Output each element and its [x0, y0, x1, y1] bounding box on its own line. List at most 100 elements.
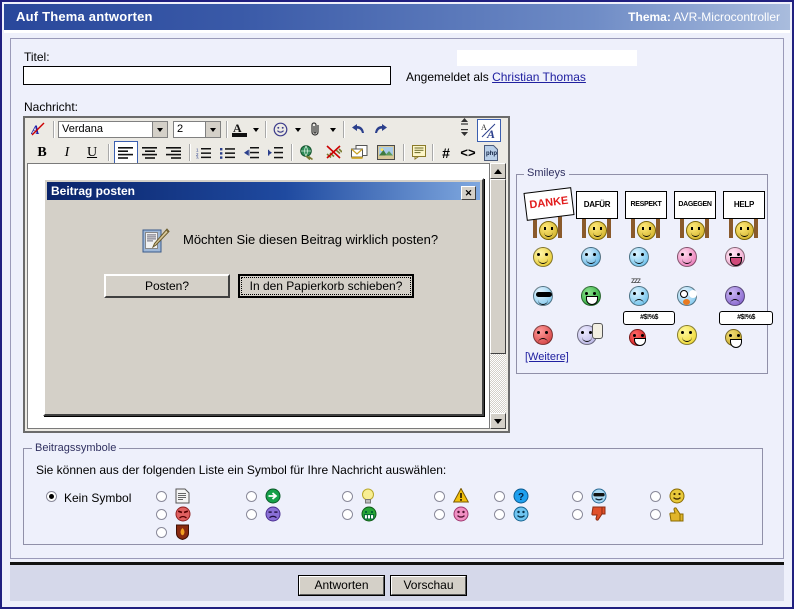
underline-button[interactable]: U	[83, 143, 101, 162]
font-family-select[interactable]: Verdana	[58, 121, 168, 138]
italic-button[interactable]: I	[58, 143, 76, 162]
insert-link-icon[interactable]	[297, 143, 317, 162]
outdent-icon[interactable]	[242, 143, 262, 162]
align-left-icon[interactable]	[114, 141, 138, 164]
ordered-list-icon[interactable]: 123	[194, 143, 214, 162]
smiley-grin-teeth[interactable]	[581, 286, 601, 306]
attachment-icon[interactable]	[308, 120, 324, 139]
symbol-radio-warning[interactable]	[434, 491, 445, 502]
scroll-up-button[interactable]	[490, 163, 506, 179]
insert-quote-icon[interactable]	[409, 143, 429, 162]
unordered-list-icon[interactable]	[218, 143, 238, 162]
smiley-sign-dafuer[interactable]: DAFÜR	[574, 191, 619, 243]
insert-email-icon[interactable]	[349, 143, 369, 162]
symbol-radio-none[interactable]	[46, 491, 57, 502]
smiley-blush[interactable]	[677, 247, 697, 267]
chevron-down-icon[interactable]	[205, 122, 220, 137]
editor-scrollbar[interactable]	[490, 163, 506, 429]
smiley-sleepy-zzz[interactable]: zzz	[629, 276, 649, 306]
title-input[interactable]	[23, 66, 391, 85]
redo-icon[interactable]	[371, 120, 389, 139]
document-icon[interactable]	[175, 488, 191, 504]
symbol-radio-flame-shield[interactable]	[156, 527, 167, 538]
thumbs-up-icon[interactable]	[669, 506, 685, 522]
smiley-shocked[interactable]	[677, 286, 697, 306]
bold-button[interactable]: B	[33, 143, 51, 162]
scrollbar-thumb[interactable]	[490, 179, 506, 354]
font-color-dropdown-arrow-icon[interactable]	[253, 128, 259, 132]
remove-link-icon[interactable]	[323, 143, 343, 162]
insert-hash-icon[interactable]: #	[437, 143, 455, 162]
symbol-radio-document[interactable]	[156, 491, 167, 502]
smiley-yellow-smile[interactable]	[677, 325, 697, 345]
smiley-thumbs-up[interactable]	[577, 323, 603, 345]
symbol-radio-green-arrow[interactable]	[246, 491, 257, 502]
smiley-insert-icon[interactable]	[271, 120, 289, 139]
align-right-icon[interactable]	[164, 143, 184, 162]
smiley-dropdown-arrow-icon[interactable]	[295, 128, 301, 132]
smiley-sign-help[interactable]: HELP	[721, 191, 766, 243]
scroll-down-button[interactable]	[490, 413, 506, 429]
symbol-radio-thumbs-up[interactable]	[650, 509, 661, 520]
dialog-confirm-post-button[interactable]: Posten?	[104, 274, 230, 298]
indent-icon[interactable]	[266, 143, 286, 162]
question-blue-icon[interactable]: ?	[513, 488, 529, 504]
angry-red-face-icon[interactable]	[175, 506, 191, 522]
smiley-laugh[interactable]	[725, 247, 745, 267]
symbol-radio-angry-red[interactable]	[156, 509, 167, 520]
smiley-sign-dagegen[interactable]: DAGEGEN	[672, 191, 717, 243]
window-titlebar: Auf Thema antworten Thema: AVR-Microcont…	[4, 4, 790, 30]
editor-toolbar: A Verdana 2 A A A B I U 1 2 3 # <> php	[25, 117, 508, 164]
undo-icon[interactable]	[349, 120, 367, 139]
green-grin-icon[interactable]	[361, 506, 377, 522]
purple-annoyed-icon[interactable]	[265, 506, 281, 522]
scrollbar-track[interactable]	[490, 179, 506, 413]
pink-smile-icon[interactable]	[453, 506, 469, 522]
close-icon[interactable]: ✕	[461, 186, 476, 200]
symbol-radio-green-grin[interactable]	[342, 509, 353, 520]
submit-reply-button[interactable]: Antworten	[298, 575, 385, 596]
warning-triangle-icon[interactable]	[452, 487, 470, 504]
more-smileys-link[interactable]: [Weitere]	[525, 351, 569, 363]
remove-formatting-icon[interactable]: A	[29, 120, 49, 139]
smiley-wink[interactable]	[581, 247, 601, 267]
symbol-radio-yellow-smile[interactable]	[650, 491, 661, 502]
smiley-big-grin[interactable]	[629, 247, 649, 267]
symbol-radio-thumbs-down[interactable]	[572, 509, 583, 520]
symbol-radio-lightbulb[interactable]	[342, 491, 353, 502]
symbol-radio-question[interactable]	[494, 491, 505, 502]
smiley-cool-sunglasses[interactable]	[533, 286, 553, 306]
symbol-radio-purple-annoyed[interactable]	[246, 509, 257, 520]
symbol-radio-cool[interactable]	[572, 491, 583, 502]
green-arrow-icon[interactable]	[265, 488, 281, 504]
smiley-face-grid: zzz #$!%$ #$!%$	[527, 247, 773, 348]
align-center-icon[interactable]	[140, 143, 160, 162]
symbol-radio-blue-smile[interactable]	[494, 509, 505, 520]
lightbulb-icon[interactable]	[361, 488, 377, 504]
smiley-sign-danke[interactable]: DANKE	[523, 187, 575, 243]
smiley-swearing-red[interactable]	[629, 329, 646, 346]
smiley-sign-respekt[interactable]: RESPEKT	[623, 191, 668, 243]
dialog-move-to-trash-button[interactable]: In den Papierkorb schieben?	[238, 274, 414, 298]
smiley-confused[interactable]	[725, 286, 745, 306]
increase-decrease-size-icon[interactable]	[457, 117, 471, 136]
wysiwyg-toggle-icon[interactable]: AA	[477, 119, 501, 142]
smiley-angry-red[interactable]	[533, 325, 553, 345]
insert-image-icon[interactable]	[375, 143, 397, 162]
smiley-swearing-yellow[interactable]	[725, 329, 742, 348]
font-size-select[interactable]: 2	[173, 121, 221, 138]
flame-shield-icon[interactable]	[175, 524, 191, 541]
preview-button[interactable]: Vorschau	[390, 575, 467, 596]
smiley-smile[interactable]	[533, 247, 553, 267]
font-color-icon[interactable]: A	[231, 120, 249, 139]
cool-sunglasses-icon[interactable]	[591, 488, 607, 504]
symbol-radio-pink-smile[interactable]	[434, 509, 445, 520]
attachment-dropdown-arrow-icon[interactable]	[330, 128, 336, 132]
insert-php-icon[interactable]: php	[481, 143, 501, 162]
logged-in-user-link[interactable]: Christian Thomas	[492, 70, 586, 84]
insert-code-icon[interactable]: <>	[458, 143, 478, 162]
yellow-smile-icon[interactable]	[669, 488, 685, 504]
chevron-down-icon[interactable]	[152, 122, 167, 137]
thumbs-down-icon[interactable]	[591, 506, 607, 522]
blue-smile-icon[interactable]	[513, 506, 529, 522]
